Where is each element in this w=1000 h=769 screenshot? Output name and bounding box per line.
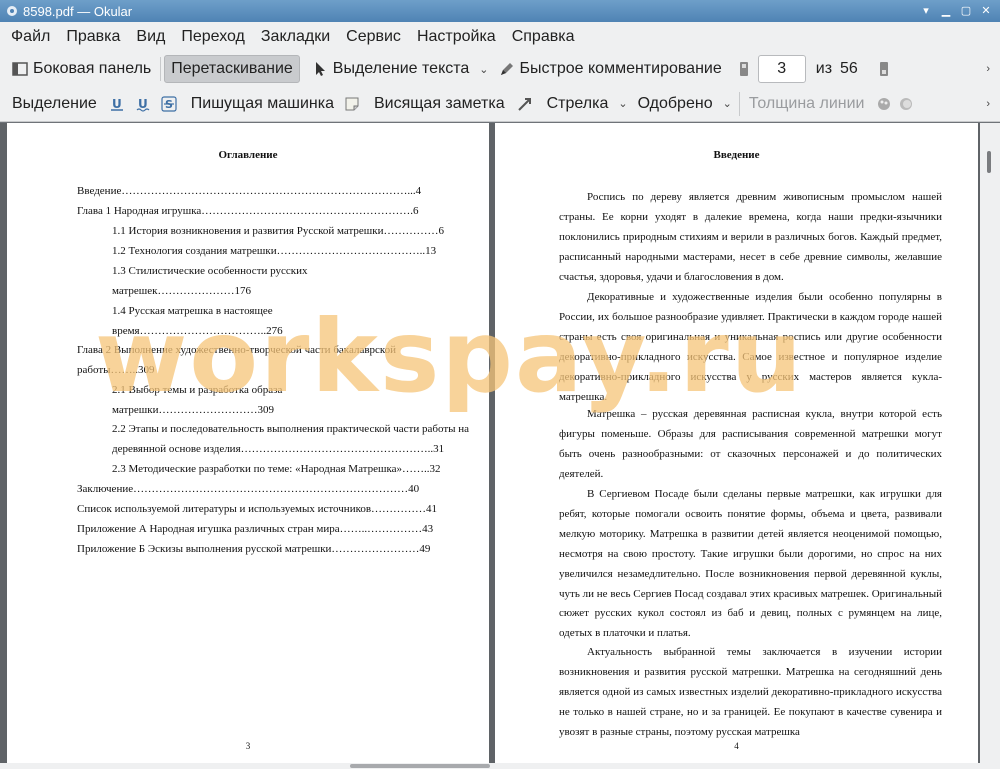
minimize-button[interactable]: ▁	[938, 3, 954, 19]
main-toolbar: Боковая панель Перетаскивание Выделение …	[0, 52, 1000, 86]
toc-line: 1.4 Русская матрешка в настоящее	[112, 305, 273, 317]
document-viewport[interactable]: Оглавление Введение…………………………………………………………	[0, 123, 1000, 763]
toc-line: Глава 2 Выполнение художественно-творчес…	[77, 344, 397, 356]
toc-line: 1.3 Стилистические особенности русских	[112, 265, 308, 277]
pen-icon	[499, 61, 515, 77]
vertical-scrollbar[interactable]	[980, 123, 1000, 763]
toc-line: Список используемой литературы и использ…	[77, 503, 438, 515]
text-select-button[interactable]: Выделение текста	[306, 55, 476, 83]
toc-line: матрешки………………………309	[112, 404, 275, 416]
toc-line: деревянной основе изделия…………………………………………	[112, 443, 445, 455]
menu-edit[interactable]: Правка	[58, 28, 128, 46]
menu-tools[interactable]: Сервис	[338, 28, 409, 46]
toc-line: 1.1 История возникновения и развития Рус…	[112, 225, 445, 237]
page-number: 4	[734, 741, 739, 751]
previous-page-icon[interactable]	[736, 61, 752, 77]
cursor-icon	[312, 61, 328, 77]
toc-line: Введение……………………………………………………………………...4	[77, 185, 422, 197]
typewriter-button[interactable]: Пишущая машинка	[185, 90, 340, 118]
body-paragraph: Актуальность выбранной темы заключается …	[559, 646, 942, 738]
document-page-3: Оглавление Введение…………………………………………………………	[7, 123, 489, 763]
toc-line: Приложение Б Эскизы выполнения русской м…	[77, 543, 431, 555]
drag-tool-button[interactable]: Перетаскивание	[164, 55, 300, 83]
toolbar2-overflow-icon[interactable]: ›	[982, 98, 994, 110]
underline-icon[interactable]: U	[109, 96, 125, 112]
drag-tool-label: Перетаскивание	[171, 60, 293, 77]
horizontal-scrollbar[interactable]	[0, 763, 1000, 769]
body-paragraph: Роспись по дереву является древним живоп…	[559, 191, 942, 283]
arrow-label: Стрелка	[546, 94, 609, 112]
line-width-button[interactable]: Толщина линии	[743, 90, 871, 118]
note-icon	[344, 96, 360, 112]
okular-app-icon	[6, 5, 18, 17]
arrow-button[interactable]: Стрелка	[541, 90, 615, 118]
toc-line: Приложение А Народная игушка различных с…	[77, 523, 434, 535]
toc-line: работы……..309	[77, 364, 155, 376]
body-paragraph: В Сергиевом Посаде были сделаны первые м…	[559, 488, 942, 640]
menu-help[interactable]: Справка	[504, 28, 583, 46]
toc-line: 2.3 Методические разработки по теме: «На…	[112, 463, 441, 475]
toc-line: Заключение…………………………………………………………………40	[77, 483, 420, 495]
stamp-label: Одобрено	[637, 94, 713, 112]
next-page-icon[interactable]	[876, 61, 892, 77]
body-paragraph: Декоративные и художественные изделия бы…	[559, 291, 942, 403]
quick-annotate-label: Быстрое комментирование	[519, 60, 722, 77]
pop-note-button[interactable]: Висящая заметка	[368, 90, 511, 118]
stamp-dropdown-chevron-icon[interactable]: ⌄	[719, 97, 736, 110]
menu-go[interactable]: Переход	[173, 28, 253, 46]
toolbar-overflow-icon[interactable]: ›	[982, 63, 994, 75]
selection-button[interactable]: Выделение	[6, 90, 103, 118]
window-title: 8598.pdf — Okular	[23, 3, 133, 19]
menu-settings[interactable]: Настройка	[409, 28, 504, 46]
pop-note-label: Висящая заметка	[373, 94, 505, 112]
opacity-icon[interactable]	[898, 96, 914, 112]
toolbar-divider	[160, 57, 162, 81]
toc-line: 1.2 Технология создания матрешки………………………	[112, 245, 437, 257]
toc-line: матрешек…………………176	[112, 285, 252, 297]
svg-text:U: U	[112, 97, 122, 111]
menu-view[interactable]: Вид	[128, 28, 173, 46]
toc-line: время……………………………..276	[112, 325, 283, 337]
page-number: 3	[245, 741, 251, 751]
arrow-tool-icon	[517, 96, 533, 112]
chevron-down-icon[interactable]: ⌄	[475, 63, 492, 76]
page-number-input[interactable]: 3	[757, 55, 806, 83]
menu-file[interactable]: Файл	[3, 28, 58, 46]
line-width-label: Толщина линии	[748, 94, 865, 112]
horizontal-scrollbar-thumb[interactable]	[350, 764, 490, 768]
arrow-dropdown-chevron-icon[interactable]: ⌄	[614, 97, 631, 110]
squiggly-underline-icon[interactable]: U	[135, 96, 151, 112]
window-menu-button[interactable]: ▾	[918, 3, 934, 19]
text-select-label: Выделение текста	[332, 60, 470, 77]
selection-label: Выделение	[12, 94, 97, 112]
window-titlebar: 8598.pdf — Okular ▾ ▁ ▢ ✕	[0, 0, 1000, 22]
menubar: Файл Правка Вид Переход Закладки Сервис …	[0, 22, 1000, 52]
sidebar-label: Боковая панель	[33, 60, 152, 77]
total-pages: 56	[840, 60, 858, 77]
toc-title: Оглавление	[218, 149, 278, 161]
color-icon[interactable]	[876, 96, 892, 112]
quick-annotate-button[interactable]: Быстрое комментирование	[493, 55, 728, 83]
intro-title: Введение	[713, 149, 760, 161]
maximize-button[interactable]: ▢	[958, 3, 974, 19]
body-paragraph: Матрешка – русская деревянная расписная …	[559, 408, 942, 480]
annotation-toolbar: Выделение U U S Пишущая машинка Висящая …	[0, 86, 1000, 122]
menu-bookmarks[interactable]: Закладки	[253, 28, 338, 46]
toc-line: 2.1 Выбор темы и разработка образа	[112, 384, 283, 396]
toc-line: Глава 1 Народная игрушка……………………………………………	[77, 205, 419, 217]
close-button[interactable]: ✕	[978, 3, 994, 19]
document-page-4: Введение Роспись по дереву является древ…	[495, 123, 978, 763]
sidebar-icon	[12, 61, 28, 77]
toolbar-divider	[738, 91, 740, 116]
page-of-label: из	[815, 60, 833, 77]
stamp-button[interactable]: Одобрено	[632, 90, 719, 118]
vertical-scrollbar-thumb[interactable]	[987, 151, 991, 173]
strikeout-icon[interactable]: S	[161, 95, 177, 112]
typewriter-label: Пишущая машинка	[190, 94, 334, 112]
toc-line: 2.2 Этапы и последовательность выполнени…	[112, 423, 470, 435]
sidebar-button[interactable]: Боковая панель	[6, 55, 157, 83]
